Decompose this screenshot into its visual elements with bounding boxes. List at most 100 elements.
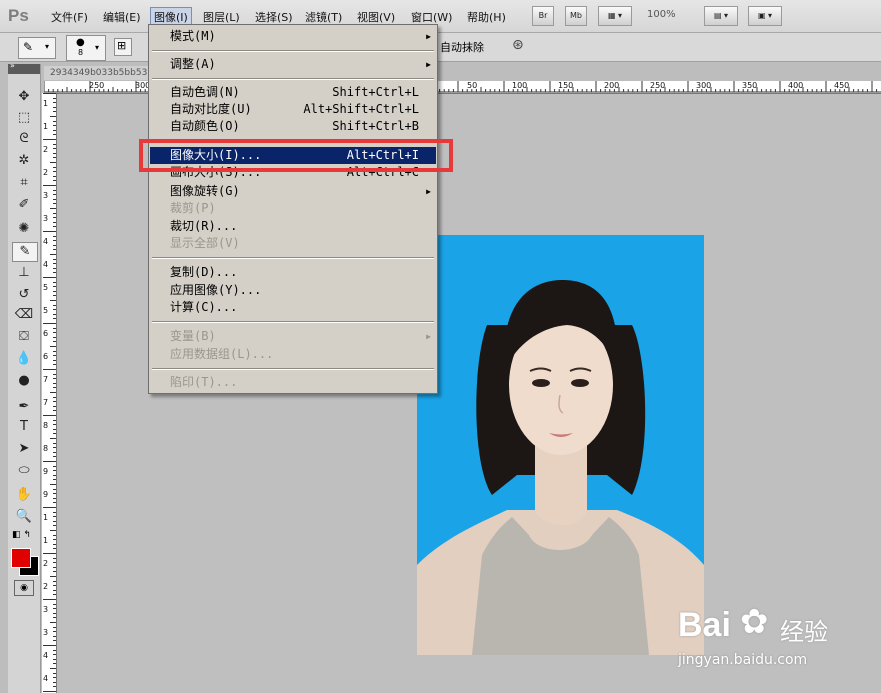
ruler-tick xyxy=(53,525,56,527)
ruler-tick xyxy=(53,465,56,467)
ruler-tick xyxy=(53,580,56,582)
pencil-tool-icon[interactable]: ✎ xyxy=(12,242,38,262)
portrait-photo[interactable] xyxy=(417,235,704,655)
tool-preset-picker[interactable]: ✎ ▾ xyxy=(18,37,56,59)
menu-item-adjustments[interactable]: 调整(A) ▶ xyxy=(150,56,436,73)
ruler-tick xyxy=(53,364,56,366)
ruler-tick xyxy=(53,677,56,679)
ruler-label: 100 xyxy=(512,81,528,90)
menu-item-label: 自动对比度(U) xyxy=(170,102,252,116)
ellipse-tool-icon[interactable]: ⬭ xyxy=(12,462,36,480)
vertical-ruler: 1 1 2 2 3 3 4 4 5 5 6 6 7 7 8 8 9 9 1 1 2 2 3 3 4 4 xyxy=(42,93,57,693)
screen-mode-button[interactable]: ▣ ▾ xyxy=(748,6,782,26)
ruler-label: 1 xyxy=(43,99,49,108)
clone-stamp-tool-icon[interactable]: ⊥ xyxy=(12,264,36,282)
ruler-tick xyxy=(53,520,56,522)
zoom-tool-icon[interactable]: 🔍 xyxy=(12,508,36,526)
ruler-tick xyxy=(50,300,56,301)
type-tool-icon[interactable]: T xyxy=(12,418,36,436)
menu-item-variables: 变量(B) ▶ xyxy=(150,328,436,345)
ruler-tick xyxy=(53,258,56,260)
eraser-tool-icon[interactable]: ⌫ xyxy=(12,306,36,324)
menu-item-mode[interactable]: 模式(M) ▶ xyxy=(150,28,436,45)
ruler-tick xyxy=(53,658,56,660)
menu-separator xyxy=(152,78,434,80)
ruler-tick xyxy=(50,208,56,209)
quick-mask-icon[interactable]: ◉ xyxy=(14,580,34,596)
ruler-label: 250 xyxy=(89,81,105,90)
foreground-color-swatch[interactable] xyxy=(11,548,31,568)
marquee-tool-icon[interactable]: ⬚ xyxy=(12,109,36,127)
pen-tool-icon[interactable]: ✒ xyxy=(12,398,36,416)
lasso-tool-icon[interactable]: ᘓ xyxy=(12,130,36,148)
ruler-tick xyxy=(53,129,56,131)
menu-item-apply-image[interactable]: 应用图像(Y)... xyxy=(150,282,436,299)
ruler-label: 2 xyxy=(43,559,49,568)
ruler-tick xyxy=(53,424,56,426)
ruler-tick xyxy=(53,281,56,283)
menu-item-image-rotation[interactable]: 图像旋转(G) ▶ xyxy=(150,183,436,200)
brush-panel-button[interactable]: ⊞ xyxy=(114,38,132,56)
healing-brush-tool-icon[interactable]: ✺ xyxy=(12,220,36,238)
menu-file[interactable]: 文件(F) xyxy=(48,8,91,26)
menu-item-auto-tone[interactable]: 自动色调(N) Shift+Ctrl+L xyxy=(150,84,436,101)
menu-item-trim[interactable]: 裁切(R)... xyxy=(150,218,436,235)
ruler-tick xyxy=(53,516,56,518)
ruler-tick xyxy=(53,447,56,449)
ruler-tick xyxy=(50,576,56,577)
ruler-label: 4 xyxy=(43,674,49,683)
move-tool-icon[interactable]: ✥ xyxy=(12,88,36,106)
view-extras-button[interactable]: ▦ ▾ xyxy=(598,6,632,26)
ruler-label: 150 xyxy=(558,81,574,90)
quick-select-tool-icon[interactable]: ✲ xyxy=(12,152,36,170)
menu-separator xyxy=(152,257,434,259)
ruler-tick xyxy=(53,405,56,407)
default-colors-icon[interactable]: ◧ ↰ xyxy=(12,530,31,540)
ruler-tick xyxy=(53,387,56,389)
menu-item-auto-contrast[interactable]: 自动对比度(U) Alt+Shift+Ctrl+L xyxy=(150,101,436,118)
menu-item-label: 自动颜色(O) xyxy=(170,119,240,133)
pencil-icon: ✎ xyxy=(23,40,34,54)
ruler-tick xyxy=(50,116,56,117)
bridge-button[interactable]: Br xyxy=(532,6,554,26)
watermark-url: jingyan.baidu.com xyxy=(678,652,808,668)
toolbox-header[interactable]: » xyxy=(8,61,40,74)
menu-item-shortcut: Shift+Ctrl+B xyxy=(332,119,419,133)
ruler-label: 6 xyxy=(43,329,49,338)
document-tab[interactable]: 2934349b033b5bb53 xyxy=(44,66,158,80)
ruler-tick xyxy=(53,470,56,472)
ruler-label: 7 xyxy=(43,375,49,384)
crop-tool-icon[interactable]: ⌗ xyxy=(12,174,36,192)
path-select-tool-icon[interactable]: ➤ xyxy=(12,440,36,458)
ruler-tick xyxy=(53,272,56,274)
dodge-tool-icon[interactable]: ● xyxy=(12,372,36,390)
eyedropper-tool-icon[interactable]: ✐ xyxy=(12,196,36,214)
history-brush-tool-icon[interactable]: ↺ xyxy=(12,286,36,304)
menu-item-calculations[interactable]: 计算(C)... xyxy=(150,299,436,316)
menu-item-duplicate[interactable]: 复制(D)... xyxy=(150,264,436,281)
ruler-tick xyxy=(50,484,56,485)
hand-tool-icon[interactable]: ✋ xyxy=(12,486,36,504)
blur-tool-icon[interactable]: 💧 xyxy=(12,350,36,368)
ruler-tick xyxy=(53,240,56,242)
paint-bucket-tool-icon[interactable]: ⛋ xyxy=(12,328,36,346)
ruler-tick xyxy=(53,612,56,614)
submenu-arrow-icon: ▶ xyxy=(426,187,431,196)
minibridge-button[interactable]: Mb xyxy=(565,6,587,26)
auto-erase-label[interactable]: 自动抹除 xyxy=(440,39,484,55)
ruler-tick xyxy=(43,231,56,232)
menu-edit[interactable]: 编辑(E) xyxy=(100,8,144,26)
ruler-label: 4 xyxy=(43,651,49,660)
arrange-documents-button[interactable]: ▤ ▾ xyxy=(704,6,738,26)
ruler-tick xyxy=(53,571,56,573)
zoom-level[interactable]: 100% xyxy=(647,9,676,20)
brush-picker[interactable]: ● 8 ▾ xyxy=(66,35,106,61)
watermark-brand: Bai xyxy=(678,606,731,644)
ruler-tick xyxy=(53,203,56,205)
tablet-pressure-icon[interactable]: ⊛ xyxy=(512,37,524,53)
menu-help[interactable]: 帮助(H) xyxy=(464,8,509,26)
ruler-tick xyxy=(53,341,56,343)
menu-item-auto-color[interactable]: 自动颜色(O) Shift+Ctrl+B xyxy=(150,118,436,135)
menu-item-label: 图像旋转(G) xyxy=(170,184,240,198)
menu-item-shortcut: Shift+Ctrl+L xyxy=(332,85,419,99)
